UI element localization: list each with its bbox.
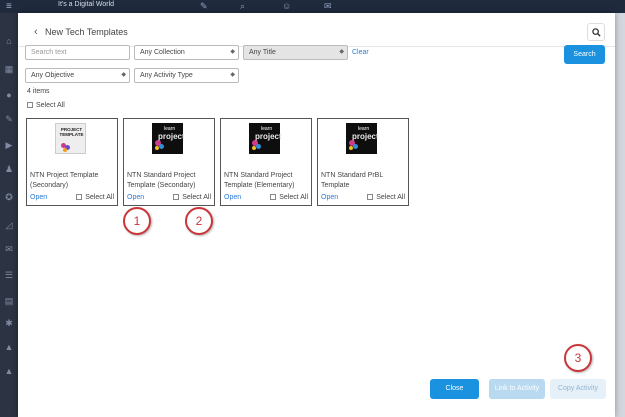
person-icon[interactable]: ♟ — [4, 165, 14, 174]
card-select-all-label: Select All — [85, 194, 114, 201]
clear-link[interactable]: Clear — [352, 49, 369, 56]
search-icon[interactable]: ⌕ — [240, 1, 245, 12]
collection-select[interactable]: Any Collection ◆ — [134, 45, 239, 60]
modal-title: New Tech Templates — [45, 27, 128, 37]
template-thumbnail: PROJECT TEMPLATE — [55, 123, 86, 154]
card-select-all-checkbox[interactable]: Select All — [367, 194, 405, 201]
list-icon[interactable]: ☰ — [4, 271, 14, 280]
logo-dot — [353, 144, 358, 149]
objective-select[interactable]: Any Objective ◆ — [25, 68, 130, 83]
card-select-all-checkbox[interactable]: Select All — [270, 194, 308, 201]
callout-1: 1 — [123, 207, 151, 235]
select-caret-icon: ◆ — [339, 49, 344, 55]
open-link[interactable]: Open — [224, 194, 241, 201]
search-button[interactable]: Search — [564, 45, 605, 64]
template-card[interactable]: PROJECT TEMPLATE NTN Project Template (S… — [26, 118, 118, 206]
card-select-all-checkbox[interactable]: Select All — [173, 194, 211, 201]
users-icon[interactable]: ● — [4, 91, 14, 100]
collection-select-value: Any Collection — [140, 49, 185, 56]
checkbox-box[interactable] — [76, 194, 83, 201]
title-select[interactable]: Any Title ◆ — [243, 45, 348, 60]
select-all-checkbox[interactable]: Select All — [27, 102, 65, 109]
checkbox-box[interactable] — [367, 194, 374, 201]
app-topbar: ≡ It's a Digital World ✎ ⌕ ☺ ✉ — [0, 0, 625, 13]
thumbnail-text-line-2: project — [158, 132, 185, 141]
link-to-activity-button[interactable]: Link to Activity — [489, 379, 545, 399]
award-icon[interactable]: ✪ — [4, 193, 14, 202]
card-select-all-checkbox[interactable]: Select All — [76, 194, 114, 201]
card-select-all-label: Select All — [182, 194, 211, 201]
logo-dot — [349, 146, 353, 150]
select-caret-icon: ◆ — [230, 72, 235, 78]
settings-icon[interactable]: ✱ — [4, 319, 14, 328]
select-caret-icon: ◆ — [230, 49, 235, 55]
logo-dot — [63, 148, 67, 152]
accessibility-icon[interactable]: ☺ — [282, 1, 291, 11]
logo-dot — [256, 144, 261, 149]
chart-icon[interactable]: ◿ — [4, 221, 14, 230]
template-thumbnail: learn project — [152, 123, 185, 154]
template-card[interactable]: learn project NTN Standard PrBL Template… — [317, 118, 409, 206]
book-icon[interactable]: ▤ — [4, 297, 14, 306]
warning-icon-2[interactable]: ▲ — [4, 367, 14, 376]
card-title: NTN Standard PrBL Template — [321, 172, 383, 189]
callout-3: 3 — [564, 344, 592, 372]
edit-icon[interactable]: ✎ — [4, 115, 14, 124]
close-button[interactable]: Close — [430, 379, 479, 399]
copy-activity-button[interactable]: Copy Activity — [550, 379, 606, 399]
template-thumbnail: learn project — [346, 123, 379, 154]
home-icon[interactable]: ⌂ — [4, 37, 14, 46]
play-icon[interactable]: ▶ — [4, 141, 14, 150]
search-toggle-button[interactable] — [587, 23, 605, 41]
card-title: NTN Project Template (Secondary) — [30, 172, 99, 189]
templates-modal: ‹ New Tech Templates Search text Any Col… — [18, 13, 615, 417]
title-select-value: Any Title — [249, 49, 276, 56]
checkbox-box[interactable] — [270, 194, 277, 201]
activity-type-select[interactable]: Any Activity Type ◆ — [134, 68, 239, 83]
open-link[interactable]: Open — [127, 194, 144, 201]
right-strip — [615, 13, 625, 417]
thumbnail-text-line-2: project — [255, 132, 282, 141]
app-title: It's a Digital World — [58, 1, 115, 8]
thumbnail-text: PROJECT TEMPLATE — [59, 127, 84, 137]
open-link[interactable]: Open — [30, 194, 47, 201]
left-rail: ⌂ ▦ ● ✎ ▶ ♟ ✪ ◿ ✉ ☰ ▤ ✱ ▲ ▲ — [0, 13, 18, 417]
card-select-all-label: Select All — [376, 194, 405, 201]
warning-icon[interactable]: ▲ — [4, 343, 14, 352]
search-text-input[interactable]: Search text — [25, 45, 130, 60]
checkbox-box[interactable] — [27, 102, 33, 109]
chevron-left-icon[interactable]: ‹ — [34, 27, 42, 38]
card-select-all-label: Select All — [279, 194, 308, 201]
template-card[interactable]: learn project NTN Standard Project Templ… — [123, 118, 215, 206]
card-title: NTN Standard Project Template (Secondary… — [127, 172, 196, 189]
logo-dot — [155, 146, 159, 150]
select-all-label: Select All — [36, 102, 65, 109]
card-title: NTN Standard Project Template (Elementar… — [224, 172, 295, 189]
wrench-icon[interactable]: ✎ — [200, 1, 208, 12]
logo-dot — [159, 144, 164, 149]
chat-icon[interactable]: ✉ — [324, 1, 332, 12]
template-thumbnail: learn project — [249, 123, 282, 154]
activity-type-select-value: Any Activity Type — [140, 72, 193, 79]
calendar-icon[interactable]: ▦ — [4, 65, 14, 74]
checkbox-box[interactable] — [173, 194, 180, 201]
results-count: 4 items — [27, 88, 50, 95]
search-icon — [592, 28, 601, 37]
template-card[interactable]: learn project NTN Standard Project Templ… — [220, 118, 312, 206]
thumbnail-text-line-2: project — [352, 132, 379, 141]
mail-icon[interactable]: ✉ — [4, 245, 14, 254]
objective-select-value: Any Objective — [31, 72, 75, 79]
menu-icon[interactable]: ≡ — [6, 1, 12, 12]
callout-2: 2 — [185, 207, 213, 235]
select-caret-icon: ◆ — [121, 72, 126, 78]
logo-dot — [252, 146, 256, 150]
open-link[interactable]: Open — [321, 194, 338, 201]
